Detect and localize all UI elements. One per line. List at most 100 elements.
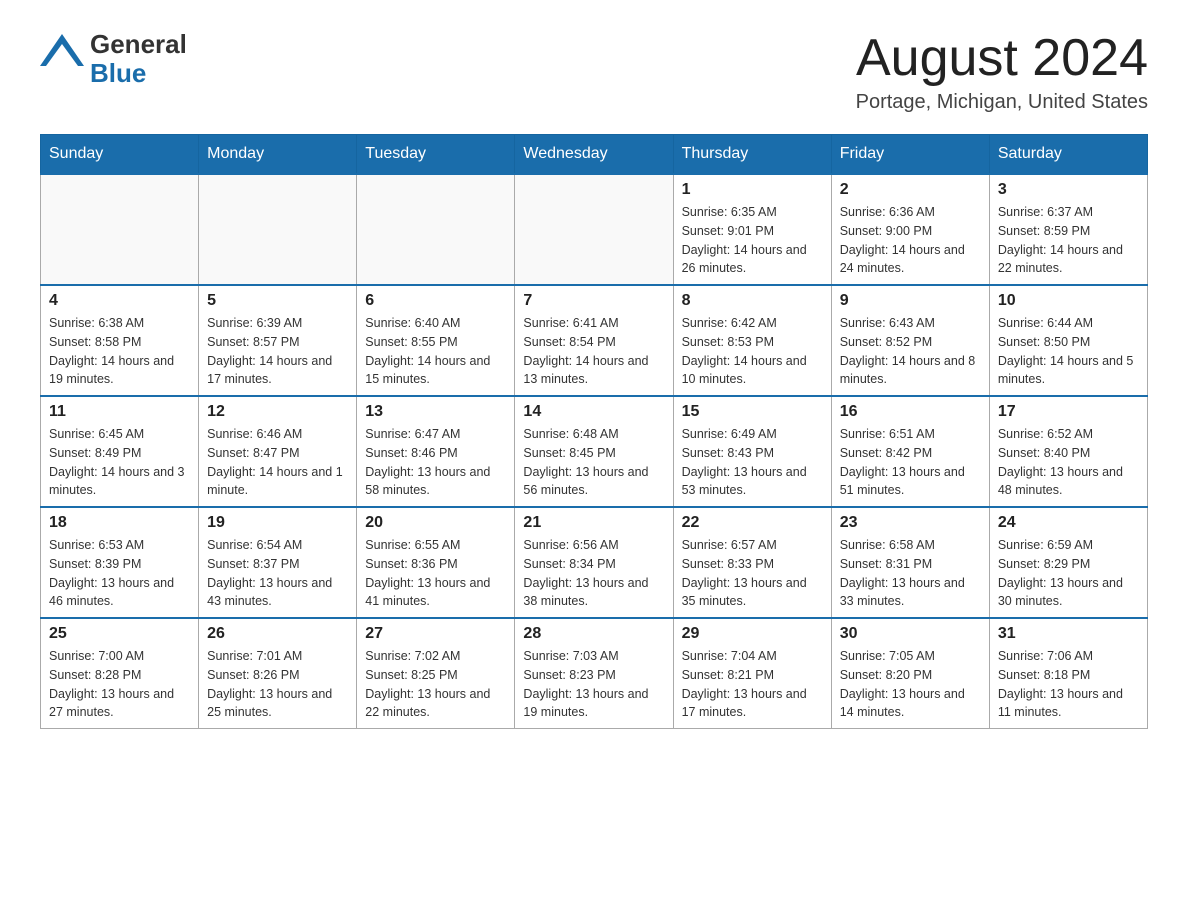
calendar-cell: 6Sunrise: 6:40 AM Sunset: 8:55 PM Daylig…	[357, 285, 515, 396]
calendar-cell: 9 Sunrise: 6:43 AM Sunset: 8:52 PM Daylig…	[831, 285, 989, 396]
day-info: Sunrise: 6:47 AM Sunset: 8:46 PM Dayligh…	[365, 425, 506, 500]
day-info: Sunrise: 6:48 AM Sunset: 8:45 PM Dayligh…	[523, 425, 664, 500]
day-header-saturday: Saturday	[989, 135, 1147, 175]
day-info: Sunrise: 6:42 AM Sunset: 8:53 PM Dayligh…	[682, 314, 823, 389]
day-number: 2	[840, 181, 981, 199]
day-info: Sunrise: 6:56 AM Sunset: 8:34 PM Dayligh…	[523, 536, 664, 611]
day-header-wednesday: Wednesday	[515, 135, 673, 175]
day-number: 26	[207, 625, 348, 643]
logo-blue: Blue	[90, 59, 187, 88]
day-info: Sunrise: 7:04 AM Sunset: 8:21 PM Dayligh…	[682, 647, 823, 722]
day-header-sunday: Sunday	[41, 135, 199, 175]
week-row-4: 18Sunrise: 6:53 AM Sunset: 8:39 PM Dayli…	[41, 507, 1148, 618]
calendar-cell: 31 Sunrise: 7:06 AM Sunset: 8:18 PM Dayli…	[989, 618, 1147, 729]
calendar-cell: 15 Sunrise: 6:49 AM Sunset: 8:43 PM Dayli…	[673, 396, 831, 507]
day-info: Sunrise: 6:41 AM Sunset: 8:54 PM Dayligh…	[523, 314, 664, 389]
day-number: 24	[998, 514, 1139, 532]
day-number: 31	[998, 625, 1139, 643]
calendar-cell	[357, 174, 515, 285]
week-row-1: 1Sunrise: 6:35 AM Sunset: 9:01 PM Daylig…	[41, 174, 1148, 285]
day-info: Sunrise: 7:06 AM Sunset: 8:18 PM Dayligh…	[998, 647, 1139, 722]
calendar-cell: 17 Sunrise: 6:52 AM Sunset: 8:40 PM Dayli…	[989, 396, 1147, 507]
day-info: Sunrise: 6:53 AM Sunset: 8:39 PM Dayligh…	[49, 536, 190, 611]
day-number: 5	[207, 292, 348, 310]
logo-triangle-icon	[40, 30, 84, 74]
day-info: Sunrise: 7:02 AM Sunset: 8:25 PM Dayligh…	[365, 647, 506, 722]
day-info: Sunrise: 6:49 AM Sunset: 8:43 PM Dayligh…	[682, 425, 823, 500]
day-number: 27	[365, 625, 506, 643]
calendar-cell: 18Sunrise: 6:53 AM Sunset: 8:39 PM Dayli…	[41, 507, 199, 618]
day-info: Sunrise: 6:46 AM Sunset: 8:47 PM Dayligh…	[207, 425, 348, 500]
calendar-cell: 10Sunrise: 6:44 AM Sunset: 8:50 PM Dayli…	[989, 285, 1147, 396]
calendar-cell: 30 Sunrise: 7:05 AM Sunset: 8:20 PM Dayli…	[831, 618, 989, 729]
day-info: Sunrise: 6:43 AM Sunset: 8:52 PM Dayligh…	[840, 314, 981, 389]
day-number: 21	[523, 514, 664, 532]
day-number: 4	[49, 292, 190, 310]
day-info: Sunrise: 6:38 AM Sunset: 8:58 PM Dayligh…	[49, 314, 190, 389]
calendar-cell: 29 Sunrise: 7:04 AM Sunset: 8:21 PM Dayli…	[673, 618, 831, 729]
week-row-5: 25 Sunrise: 7:00 AM Sunset: 8:28 PM Dayli…	[41, 618, 1148, 729]
day-number: 3	[998, 181, 1139, 199]
calendar-cell: 23 Sunrise: 6:58 AM Sunset: 8:31 PM Dayli…	[831, 507, 989, 618]
day-info: Sunrise: 7:00 AM Sunset: 8:28 PM Dayligh…	[49, 647, 190, 722]
page-header: General Blue August 2024 Portage, Michig…	[40, 30, 1148, 114]
day-number: 29	[682, 625, 823, 643]
day-info: Sunrise: 6:40 AM Sunset: 8:55 PM Dayligh…	[365, 314, 506, 389]
logo: General Blue	[40, 30, 187, 87]
calendar-cell: 2Sunrise: 6:36 AM Sunset: 9:00 PM Daylig…	[831, 174, 989, 285]
calendar-cell: 24Sunrise: 6:59 AM Sunset: 8:29 PM Dayli…	[989, 507, 1147, 618]
calendar-header-row: SundayMondayTuesdayWednesdayThursdayFrid…	[41, 135, 1148, 175]
day-info: Sunrise: 6:58 AM Sunset: 8:31 PM Dayligh…	[840, 536, 981, 611]
calendar-cell: 19 Sunrise: 6:54 AM Sunset: 8:37 PM Dayli…	[199, 507, 357, 618]
day-number: 7	[523, 292, 664, 310]
day-number: 19	[207, 514, 348, 532]
calendar-cell: 4 Sunrise: 6:38 AM Sunset: 8:58 PM Daylig…	[41, 285, 199, 396]
day-number: 30	[840, 625, 981, 643]
logo-general: General	[90, 30, 187, 59]
calendar-cell: 28 Sunrise: 7:03 AM Sunset: 8:23 PM Dayli…	[515, 618, 673, 729]
week-row-3: 11Sunrise: 6:45 AM Sunset: 8:49 PM Dayli…	[41, 396, 1148, 507]
day-info: Sunrise: 6:39 AM Sunset: 8:57 PM Dayligh…	[207, 314, 348, 389]
day-info: Sunrise: 6:57 AM Sunset: 8:33 PM Dayligh…	[682, 536, 823, 611]
title-section: August 2024 Portage, Michigan, United St…	[856, 30, 1148, 114]
day-info: Sunrise: 7:05 AM Sunset: 8:20 PM Dayligh…	[840, 647, 981, 722]
location-text: Portage, Michigan, United States	[856, 91, 1148, 114]
day-info: Sunrise: 6:54 AM Sunset: 8:37 PM Dayligh…	[207, 536, 348, 611]
day-info: Sunrise: 7:01 AM Sunset: 8:26 PM Dayligh…	[207, 647, 348, 722]
day-number: 17	[998, 403, 1139, 421]
day-number: 22	[682, 514, 823, 532]
day-info: Sunrise: 6:52 AM Sunset: 8:40 PM Dayligh…	[998, 425, 1139, 500]
day-number: 11	[49, 403, 190, 421]
calendar-cell: 12Sunrise: 6:46 AM Sunset: 8:47 PM Dayli…	[199, 396, 357, 507]
day-info: Sunrise: 7:03 AM Sunset: 8:23 PM Dayligh…	[523, 647, 664, 722]
day-info: Sunrise: 6:55 AM Sunset: 8:36 PM Dayligh…	[365, 536, 506, 611]
day-header-tuesday: Tuesday	[357, 135, 515, 175]
calendar-cell	[199, 174, 357, 285]
day-number: 20	[365, 514, 506, 532]
day-info: Sunrise: 6:35 AM Sunset: 9:01 PM Dayligh…	[682, 203, 823, 278]
day-header-friday: Friday	[831, 135, 989, 175]
calendar-cell: 7 Sunrise: 6:41 AM Sunset: 8:54 PM Daylig…	[515, 285, 673, 396]
day-info: Sunrise: 6:44 AM Sunset: 8:50 PM Dayligh…	[998, 314, 1139, 389]
calendar-cell: 8 Sunrise: 6:42 AM Sunset: 8:53 PM Daylig…	[673, 285, 831, 396]
day-number: 23	[840, 514, 981, 532]
calendar-cell: 13Sunrise: 6:47 AM Sunset: 8:46 PM Dayli…	[357, 396, 515, 507]
calendar-cell: 14 Sunrise: 6:48 AM Sunset: 8:45 PM Dayli…	[515, 396, 673, 507]
day-number: 9	[840, 292, 981, 310]
day-number: 16	[840, 403, 981, 421]
calendar-cell: 22 Sunrise: 6:57 AM Sunset: 8:33 PM Dayli…	[673, 507, 831, 618]
calendar-cell: 26 Sunrise: 7:01 AM Sunset: 8:26 PM Dayli…	[199, 618, 357, 729]
day-info: Sunrise: 6:37 AM Sunset: 8:59 PM Dayligh…	[998, 203, 1139, 278]
day-number: 28	[523, 625, 664, 643]
calendar-cell	[515, 174, 673, 285]
calendar-cell: 5 Sunrise: 6:39 AM Sunset: 8:57 PM Daylig…	[199, 285, 357, 396]
day-number: 25	[49, 625, 190, 643]
calendar-cell: 11Sunrise: 6:45 AM Sunset: 8:49 PM Dayli…	[41, 396, 199, 507]
day-info: Sunrise: 6:51 AM Sunset: 8:42 PM Dayligh…	[840, 425, 981, 500]
day-number: 8	[682, 292, 823, 310]
calendar-cell: 1Sunrise: 6:35 AM Sunset: 9:01 PM Daylig…	[673, 174, 831, 285]
calendar-cell: 16 Sunrise: 6:51 AM Sunset: 8:42 PM Dayli…	[831, 396, 989, 507]
day-number: 14	[523, 403, 664, 421]
calendar-cell: 21 Sunrise: 6:56 AM Sunset: 8:34 PM Dayli…	[515, 507, 673, 618]
day-number: 15	[682, 403, 823, 421]
